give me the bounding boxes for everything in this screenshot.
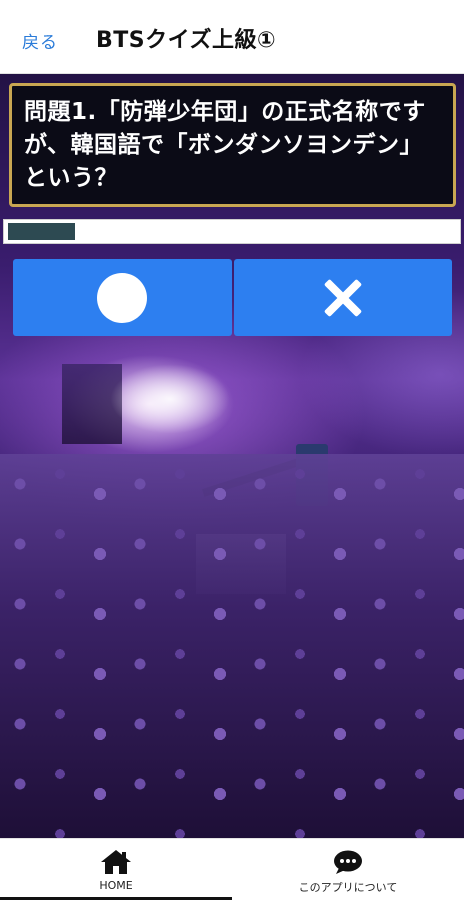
crowd: [0, 454, 464, 838]
question-box: 問題1.「防弾少年団」の正式名称ですが、韓国語で「ボンダンソヨンデン」という？: [9, 83, 456, 207]
page-title: BTSクイズ上級①: [96, 28, 277, 53]
answer-false-button[interactable]: [233, 259, 452, 336]
back-link[interactable]: 戻る: [22, 28, 58, 53]
bottom-tab-bar: HOME このアプリについて: [0, 838, 464, 900]
cross-icon: [324, 279, 362, 317]
tab-about[interactable]: このアプリについて: [232, 839, 464, 900]
home-icon: [100, 849, 132, 875]
answer-true-button[interactable]: [13, 259, 232, 336]
tab-about-label: このアプリについて: [298, 881, 398, 894]
progress-bar-fill: [8, 223, 75, 240]
stage-lights: [110, 364, 230, 434]
chat-bubble-icon: [332, 849, 364, 875]
tab-home[interactable]: HOME: [0, 839, 232, 900]
tab-home-label: HOME: [99, 879, 133, 892]
top-navbar: 戻る BTSクイズ上級①: [0, 0, 464, 74]
progress-bar: [3, 219, 461, 244]
question-text: 問題1.「防弾少年団」の正式名称ですが、韓国語で「ボンダンソヨンデン」という？: [24, 99, 426, 191]
circle-icon: [97, 272, 148, 323]
answer-buttons: [13, 259, 452, 336]
